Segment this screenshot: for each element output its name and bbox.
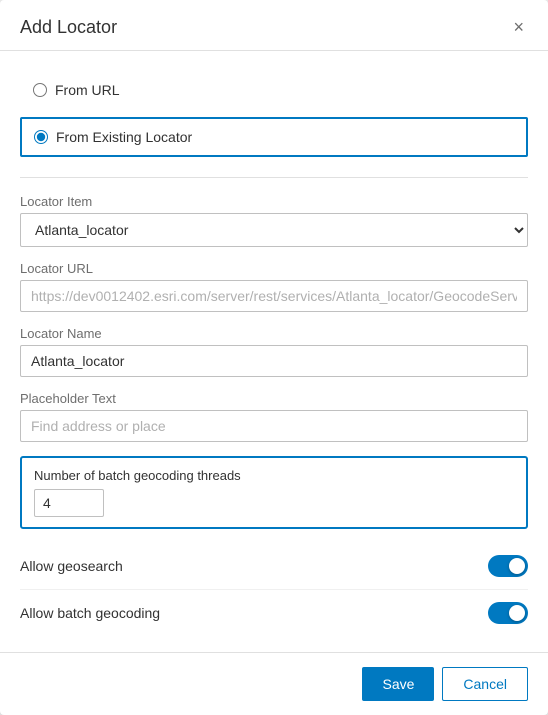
dialog-title: Add Locator	[20, 17, 117, 38]
locator-url-label: Locator URL	[20, 261, 528, 276]
dialog-header: Add Locator ×	[0, 0, 548, 51]
geosearch-label: Allow geosearch	[20, 558, 123, 574]
source-radio-group: From URL From Existing Locator	[20, 71, 528, 157]
locator-item-select[interactable]: Atlanta_locator	[20, 213, 528, 247]
batch-threads-group: Number of batch geocoding threads	[20, 456, 528, 529]
batch-geocoding-toggle[interactable]	[488, 602, 528, 624]
locator-item-label: Locator Item	[20, 194, 528, 209]
divider	[20, 177, 528, 178]
radio-from-existing[interactable]: From Existing Locator	[20, 117, 528, 157]
batch-geocoding-row: Allow batch geocoding	[20, 590, 528, 636]
from-existing-label: From Existing Locator	[56, 129, 192, 145]
placeholder-text-group: Placeholder Text	[20, 391, 528, 442]
placeholder-text-label: Placeholder Text	[20, 391, 528, 406]
geosearch-row: Allow geosearch	[20, 543, 528, 590]
dialog-body: From URL From Existing Locator Locator I…	[0, 51, 548, 652]
locator-url-input[interactable]	[20, 280, 528, 312]
save-button[interactable]: Save	[362, 667, 434, 701]
locator-item-group: Locator Item Atlanta_locator	[20, 194, 528, 247]
from-url-radio[interactable]	[33, 83, 47, 97]
batch-threads-input[interactable]	[34, 489, 104, 517]
placeholder-text-input[interactable]	[20, 410, 528, 442]
cancel-button[interactable]: Cancel	[442, 667, 528, 701]
locator-name-input[interactable]	[20, 345, 528, 377]
from-url-label: From URL	[55, 82, 120, 98]
from-existing-radio[interactable]	[34, 130, 48, 144]
close-button[interactable]: ×	[509, 16, 528, 38]
batch-threads-label: Number of batch geocoding threads	[34, 468, 514, 483]
radio-from-url[interactable]: From URL	[20, 71, 528, 109]
locator-url-group: Locator URL	[20, 261, 528, 312]
batch-geocoding-thumb	[509, 605, 525, 621]
dialog-footer: Save Cancel	[0, 652, 548, 715]
locator-name-group: Locator Name	[20, 326, 528, 377]
batch-geocoding-label: Allow batch geocoding	[20, 605, 160, 621]
geosearch-toggle[interactable]	[488, 555, 528, 577]
locator-name-label: Locator Name	[20, 326, 528, 341]
add-locator-dialog: Add Locator × From URL From Existing Loc…	[0, 0, 548, 715]
geosearch-thumb	[509, 558, 525, 574]
